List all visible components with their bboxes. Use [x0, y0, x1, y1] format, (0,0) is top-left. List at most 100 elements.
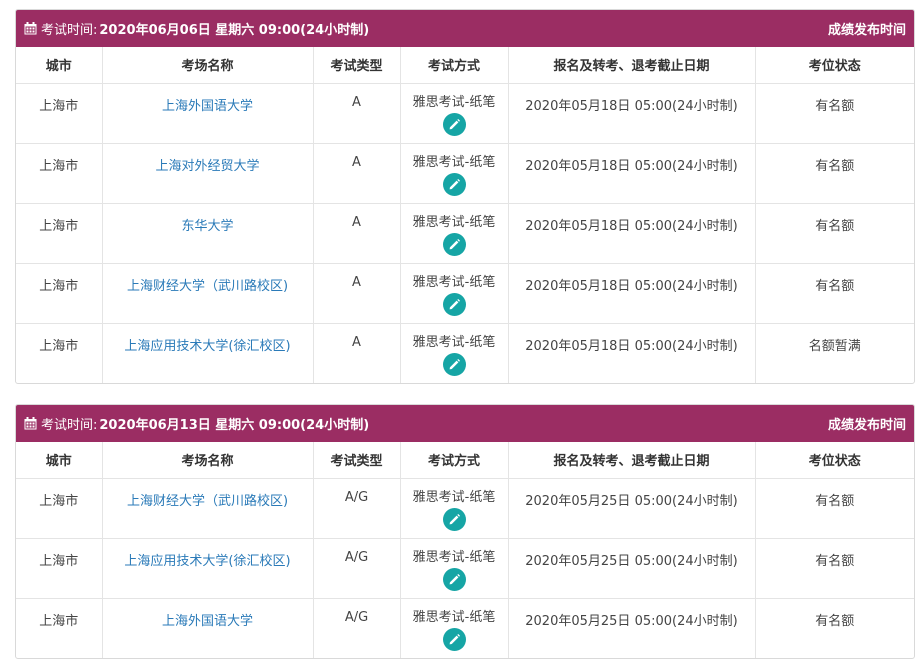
col-header-venue: 考场名称 [102, 47, 314, 84]
venue-link[interactable]: 上海应用技术大学(徐汇校区) [124, 554, 290, 569]
seat-status-cell: 有名额 [815, 613, 855, 629]
col-header-mode: 考试方式 [400, 442, 509, 479]
table-row: 上海市 上海外国语大学 A 雅思考试-纸笔 2020年05月18日 05:00(24小时… [16, 83, 914, 144]
venue-cell: 上海财经大学（武川路校区) [102, 263, 314, 324]
city-cell: 上海市 [16, 263, 103, 324]
register-edit-button[interactable] [442, 112, 466, 136]
city-cell: 上海市 [16, 598, 103, 658]
city-cell: 上海市 [16, 323, 103, 383]
seat-status-cell: 有名额 [755, 478, 914, 539]
col-header-city: 城市 [16, 442, 103, 479]
exam-mode-text: 雅思考试-纸笔 [412, 94, 496, 110]
seat-status-cell: 有名额 [755, 263, 914, 324]
exam-session-panel: 考试时间: 2020年06月06日 星期六 09:00(24小时制) 成绩发布时… [15, 9, 915, 384]
venue-cell: 上海对外经贸大学 [102, 143, 314, 204]
city-cell: 上海市 [16, 143, 103, 204]
seat-status-cell: 有名额 [755, 538, 914, 599]
deadline-cell: 2020年05月18日 05:00(24小时制) [508, 143, 756, 204]
deadline-cell: 2020年05月18日 05:00(24小时制) [508, 323, 756, 383]
exam-mode-text: 雅思考试-纸笔 [412, 214, 496, 230]
exam-mode-cell: 雅思考试-纸笔 [400, 478, 509, 539]
exam-mode-text: 雅思考试-纸笔 [412, 549, 496, 565]
register-edit-button[interactable] [442, 627, 466, 651]
exam-mode-text: 雅思考试-纸笔 [412, 489, 496, 505]
register-edit-button[interactable] [442, 567, 466, 591]
deadline-cell: 2020年05月25日 05:00(24小时制) [508, 478, 756, 539]
register-edit-button[interactable] [442, 232, 466, 256]
results-release-link[interactable]: 成绩发布时间 [828, 19, 906, 38]
seat-status-cell: 有名额 [755, 143, 914, 204]
exam-mode-cell: 雅思考试-纸笔 [400, 143, 509, 204]
seat-status-cell: 有名额 [755, 203, 914, 264]
exam-type-cell: A/G [313, 538, 401, 599]
venue-link[interactable]: 上海财经大学（武川路校区) [127, 494, 288, 509]
deadline-cell: 2020年05月25日 05:00(24小时制) [508, 598, 756, 658]
session-header: 考试时间: 2020年06月06日 星期六 09:00(24小时制) 成绩发布时… [16, 10, 914, 47]
session-time: 考试时间: 2020年06月06日 星期六 09:00(24小时制) [24, 19, 369, 38]
col-header-type: 考试类型 [313, 442, 401, 479]
exam-type-cell: A/G [313, 478, 401, 539]
table-row: 上海市 上海应用技术大学(徐汇校区) A 雅思考试-纸笔 2020年05月18日 05:… [16, 323, 914, 383]
exam-mode-cell: 雅思考试-纸笔 [400, 203, 509, 264]
col-header-status: 考位状态 [755, 442, 914, 479]
exam-mode-cell: 雅思考试-纸笔 [400, 538, 509, 599]
register-edit-button[interactable] [442, 507, 466, 531]
venue-cell: 上海应用技术大学(徐汇校区) [102, 538, 314, 599]
col-header-mode: 考试方式 [400, 47, 509, 84]
exam-mode-cell: 雅思考试-纸笔 [400, 323, 509, 383]
venue-table-body: 上海市 上海外国语大学 A 雅思考试-纸笔 2020年05月18日 05:00(24小时… [16, 83, 914, 383]
exam-mode-cell: 雅思考试-纸笔 [400, 263, 509, 324]
venue-cell: 东华大学 [102, 203, 314, 264]
session-time: 考试时间: 2020年06月13日 星期六 09:00(24小时制) [24, 414, 369, 433]
deadline-cell: 2020年05月18日 05:00(24小时制) [508, 83, 756, 144]
exam-type-cell: A [313, 143, 401, 204]
venue-cell: 上海财经大学（武川路校区) [102, 478, 314, 539]
table-row: 上海市 上海财经大学（武川路校区) A 雅思考试-纸笔 2020年05月18日 05:0… [16, 263, 914, 324]
results-release-link[interactable]: 成绩发布时间 [828, 414, 906, 433]
seat-status-cell: 有名额 [755, 83, 914, 144]
city-cell: 上海市 [16, 538, 103, 599]
session-datetime: 2020年06月13日 星期六 09:00(24小时制) [99, 418, 370, 433]
col-header-venue: 考场名称 [102, 442, 314, 479]
register-edit-button[interactable] [442, 292, 466, 316]
register-edit-button[interactable] [442, 172, 466, 196]
pencil-icon [449, 178, 460, 189]
table-row: 上海市 上海对外经贸大学 A 雅思考试-纸笔 2020年05月18日 05:00(24小… [16, 143, 914, 204]
session-datetime: 2020年06月06日 星期六 09:00(24小时制) [99, 23, 370, 38]
seat-status-cell: 名额暂满 [808, 338, 861, 354]
col-header-type: 考试类型 [313, 47, 401, 84]
table-header-row: 城市 考场名称 考试类型 考试方式 报名及转考、退考截止日期 考位状态 [16, 47, 914, 84]
pencil-icon [449, 298, 460, 309]
venue-link[interactable]: 东华大学 [181, 219, 233, 234]
exam-type-cell: A [313, 203, 401, 264]
city-cell: 上海市 [16, 203, 103, 264]
venue-link[interactable]: 上海外国语大学 [162, 99, 253, 114]
deadline-cell: 2020年05月18日 05:00(24小时制) [508, 263, 756, 324]
table-header-row: 城市 考场名称 考试类型 考试方式 报名及转考、退考截止日期 考位状态 [16, 442, 914, 479]
deadline-cell: 2020年05月18日 05:00(24小时制) [508, 203, 756, 264]
session-time-label: 考试时间: [41, 23, 98, 38]
col-header-status: 考位状态 [755, 47, 914, 84]
table-row: 上海市 上海应用技术大学(徐汇校区) A/G 雅思考试-纸笔 2020年05月25日 0… [16, 538, 914, 599]
exam-mode-text: 雅思考试-纸笔 [412, 609, 496, 625]
session-header: 考试时间: 2020年06月13日 星期六 09:00(24小时制) 成绩发布时… [16, 405, 914, 442]
exam-mode-text: 雅思考试-纸笔 [412, 274, 496, 290]
exam-mode-cell: 雅思考试-纸笔 [400, 83, 509, 144]
venue-link[interactable]: 上海外国语大学 [162, 614, 253, 629]
col-header-deadline: 报名及转考、退考截止日期 [508, 442, 756, 479]
pencil-icon [449, 633, 460, 644]
exam-mode-text: 雅思考试-纸笔 [412, 154, 496, 170]
deadline-cell: 2020年05月25日 05:00(24小时制) [508, 538, 756, 599]
pencil-icon [449, 573, 460, 584]
table-row: 上海市 东华大学 A 雅思考试-纸笔 2020年05月18日 05:00(24小时制) 有… [16, 203, 914, 264]
session-time-label: 考试时间: [41, 418, 98, 433]
exam-type-cell: A/G [313, 598, 401, 658]
venue-link[interactable]: 上海财经大学（武川路校区) [127, 279, 288, 294]
exam-type-cell: A [313, 323, 401, 383]
register-edit-button[interactable] [442, 352, 466, 376]
pencil-icon [449, 118, 460, 129]
venue-link[interactable]: 上海应用技术大学(徐汇校区) [124, 339, 290, 354]
venue-link[interactable]: 上海对外经贸大学 [155, 159, 259, 174]
venue-table: 城市 考场名称 考试类型 考试方式 报名及转考、退考截止日期 考位状态 上海市上… [16, 47, 914, 383]
calendar-icon [24, 22, 37, 35]
